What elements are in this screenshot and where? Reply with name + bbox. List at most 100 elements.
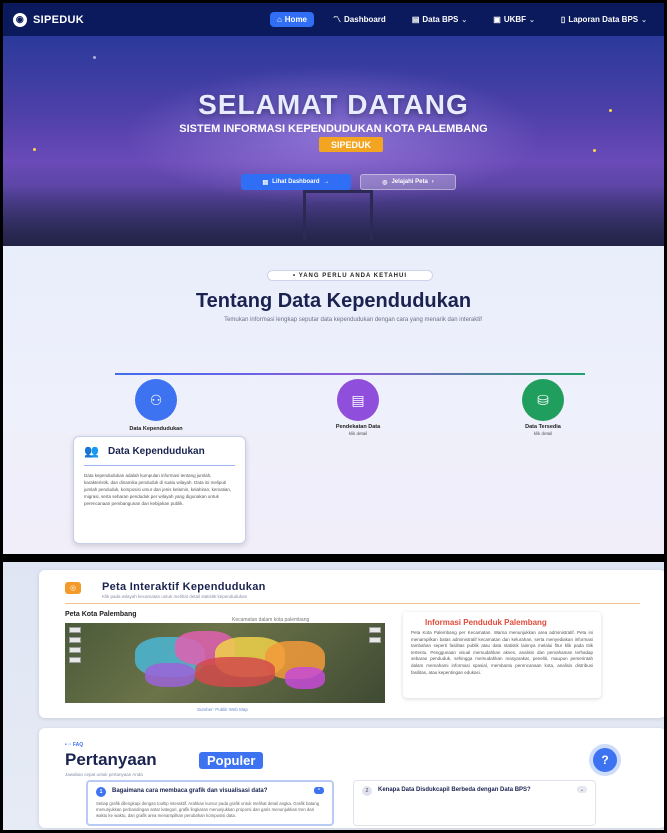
nav-item-ukbf[interactable]: ▣ UKBF ⌄: [486, 12, 542, 27]
zoom-out-button[interactable]: [69, 637, 81, 643]
pill-label: YANG PERLU ANDA KETAHUI: [298, 272, 407, 279]
dashboard-icon: ▤: [262, 179, 269, 186]
feature-subtitle[interactable]: klik detail: [313, 431, 403, 436]
light-dot: [33, 148, 36, 151]
district-area[interactable]: [285, 667, 325, 689]
explore-map-button[interactable]: ◎ Jelajahi Peta ›: [360, 174, 456, 190]
report-icon: ▯: [560, 15, 566, 24]
divider: [65, 603, 640, 604]
page-frame: ◉ SIPEDUK ⌂ Home 〽 Dashboard ▤ Data BPS …: [0, 0, 667, 833]
map-card: ◎ Peta Interaktif Kependudukan Klik pada…: [39, 570, 664, 718]
faq-question-text: Bagaimana cara membaca grafik dan visual…: [112, 788, 268, 794]
map-icon: ◎: [65, 582, 81, 594]
map-pin-icon: ◎: [382, 179, 388, 186]
info-text: Peta Kota Palembang per Kecamatan. Warna…: [411, 630, 593, 675]
feature-title: Data Tersedia: [525, 424, 561, 430]
feature-subtitle[interactable]: klik detail: [498, 431, 588, 436]
arrow-right-icon: →: [323, 179, 330, 185]
faq-card: • ·· FAQ Pertanyaan Populer Jawaban cepa…: [39, 728, 664, 828]
help-icon[interactable]: ?: [593, 748, 617, 772]
nav-item-label: Home: [284, 15, 308, 24]
about-title: Tentang Data Kependudukan: [195, 290, 472, 312]
nav-item-home[interactable]: ⌂ Home: [269, 12, 315, 27]
about-description: Temukan informasi lengkap seputar data k…: [224, 317, 482, 323]
nav-item-label: UKBF: [503, 15, 527, 24]
district-area[interactable]: [195, 657, 275, 687]
divider: [84, 465, 235, 466]
info-title: Informasi Penduduk Palembang: [425, 618, 547, 627]
popup-title: Data Kependudukan: [108, 445, 205, 457]
feature-data-kependudukan-button[interactable]: ⚇: [135, 379, 177, 421]
popup-text: Data kependudukan adalah kumpulan inform…: [84, 473, 232, 506]
bridge-silhouette: [303, 190, 373, 240]
logo-icon: ◉: [13, 12, 27, 27]
feature-data-tersedia-button[interactable]: ⛁: [522, 379, 564, 421]
hero-section: SELAMAT DATANG SISTEM INFORMASI KEPENDUD…: [3, 36, 664, 246]
feature-popup: 👥 Data Kependudukan Data kependudukan ad…: [73, 436, 246, 544]
zoom-in-button[interactable]: [69, 627, 81, 633]
faq-description: Jawaban cepat untuk pertanyaan Anda: [65, 772, 143, 777]
table-icon: ▤: [411, 15, 420, 24]
light-dot: [93, 56, 96, 59]
faq-question-text: Kenapa Data Disdukcapil Berbeda dengan D…: [378, 787, 531, 793]
feature-title: Pendekatan Data: [335, 424, 381, 430]
nav-item-laporan[interactable]: ▯ Laporan Data BPS ⌄: [554, 12, 654, 27]
about-section: • YANG PERLU ANDA KETAHUI Tentang Data K…: [3, 246, 664, 554]
brand[interactable]: ◉ SIPEDUK: [13, 12, 84, 27]
faq-answer: Setiap grafik dilengkapi dengan tooltip …: [96, 801, 320, 818]
section-pill: • YANG PERLU ANDA KETAHUI: [267, 270, 433, 281]
faq-title-highlight: Populer: [199, 752, 264, 769]
feature-pendekatan-data-button[interactable]: ▤: [337, 379, 379, 421]
faq-tag-label: FAQ: [72, 742, 84, 748]
feature-title: Data Kependudukan: [129, 426, 183, 432]
timeline-line: [115, 373, 585, 375]
users-icon: ⚇: [149, 391, 163, 408]
faq-question[interactable]: 1 Bagaimana cara membaca grafik dan visu…: [96, 787, 324, 797]
faq-number: 2: [362, 786, 372, 796]
nav-menu: ⌂ Home 〽 Dashboard ▤ Data BPS ⌄ ▣ UKBF ⌄…: [269, 11, 654, 28]
map-label: Peta Kota Palembang: [65, 611, 137, 618]
hero-subtitle: SISTEM INFORMASI KEPENDUDUKAN KOTA PALEM…: [179, 123, 488, 135]
faq-title: Pertanyaan: [65, 750, 157, 769]
faq-number: 1: [96, 787, 106, 797]
sparkle-icon: • ··: [65, 742, 73, 748]
nav-item-label: Laporan Data BPS: [568, 15, 639, 24]
chevron-right-icon: ›: [431, 179, 434, 185]
map-section: ◎ Peta Interaktif Kependudukan Klik pada…: [3, 562, 664, 830]
faq-tag: • ·· FAQ: [65, 742, 83, 748]
hero-title: SELAMAT DATANG: [198, 89, 469, 120]
map-tool-button[interactable]: [69, 647, 81, 653]
document-icon: ▤: [351, 391, 365, 408]
button-label: Jelajahi Peta: [391, 179, 428, 185]
chevron-down-icon: ⌄: [641, 16, 647, 24]
button-label: Lihat Dashboard: [272, 179, 320, 185]
district-area[interactable]: [145, 663, 195, 687]
info-card: Informasi Penduduk Palembang Peta Kota P…: [403, 612, 601, 698]
popup-header: 👥 Data Kependudukan: [84, 445, 235, 457]
chevron-down-icon: ⌄: [529, 16, 535, 24]
chevron-down-icon[interactable]: ⌄: [577, 786, 587, 793]
section-divider: [3, 554, 664, 562]
database-icon: ⛁: [537, 391, 549, 408]
chevron-up-icon[interactable]: ⌃: [314, 787, 324, 794]
nav-item-dashboard[interactable]: 〽 Dashboard: [326, 11, 393, 28]
light-dot: [593, 149, 596, 152]
palembang-map[interactable]: [65, 623, 385, 703]
nav-item-label: Data BPS: [422, 15, 459, 24]
layer-button[interactable]: [369, 627, 381, 633]
map-tool-button[interactable]: [69, 657, 81, 663]
chart-line-icon: 〽: [333, 15, 342, 24]
map-title: Peta Interaktif Kependudukan: [102, 581, 266, 593]
navbar: ◉ SIPEDUK ⌂ Home 〽 Dashboard ▤ Data BPS …: [3, 3, 664, 36]
faq-question[interactable]: 2 Kenapa Data Disdukcapil Berbeda dengan…: [362, 786, 587, 796]
faq-item[interactable]: 2 Kenapa Data Disdukcapil Berbeda dengan…: [353, 780, 596, 826]
faq-item[interactable]: 1 Bagaimana cara membaca grafik dan visu…: [86, 780, 334, 826]
nav-item-label: Dashboard: [344, 15, 386, 24]
nav-item-data-bps[interactable]: ▤ Data BPS ⌄: [405, 12, 474, 27]
document-icon: ▣: [493, 15, 501, 24]
layer-button[interactable]: [369, 637, 381, 643]
hero-badge: SIPEDUK: [319, 137, 383, 152]
users-icon: 👥: [84, 444, 99, 458]
view-dashboard-button[interactable]: ▤ Lihat Dashboard →: [241, 174, 351, 190]
map-source[interactable]: Sumber: Publik Web Map: [197, 707, 248, 712]
